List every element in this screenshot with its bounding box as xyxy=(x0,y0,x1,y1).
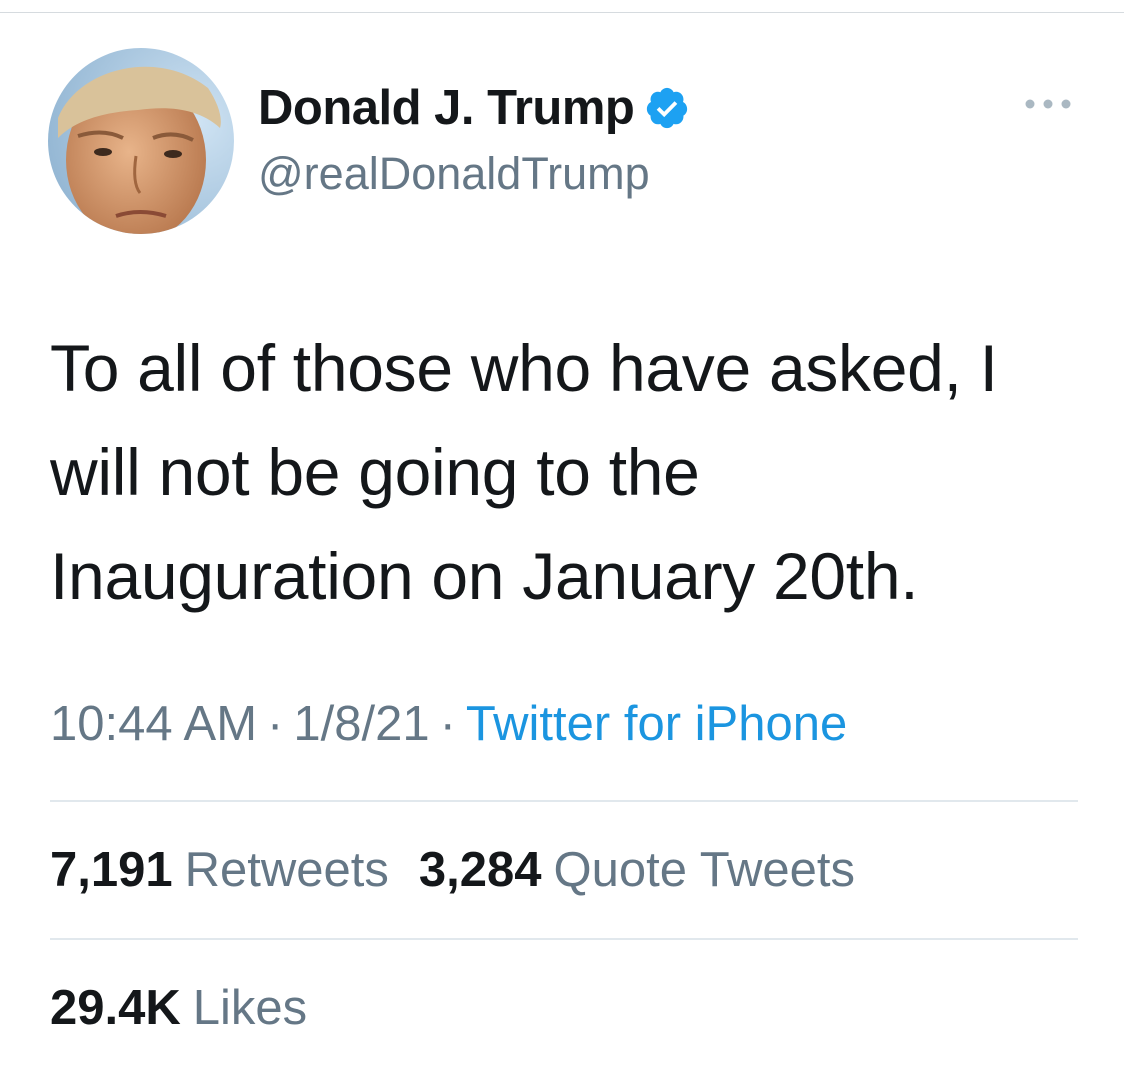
tweet-text-line: Inauguration on January 20th. xyxy=(50,539,919,613)
retweets-stat[interactable]: 7,191 Retweets xyxy=(50,842,389,898)
tweet-text: To all of those who have asked, I will n… xyxy=(50,316,1090,628)
tweet-time[interactable]: 10:44 AM xyxy=(50,697,257,751)
meta-separator: · xyxy=(267,697,284,751)
divider xyxy=(50,938,1078,940)
quote-tweets-label: Quote Tweets xyxy=(553,843,855,897)
author-handle[interactable]: @realDonaldTrump xyxy=(258,148,650,200)
likes-count: 29.4K xyxy=(50,981,181,1035)
quote-tweets-count: 3,284 xyxy=(418,843,542,897)
divider xyxy=(50,800,1078,802)
author-name-row[interactable]: Donald J. Trump xyxy=(258,76,690,140)
meta-separator: · xyxy=(439,697,456,751)
top-divider xyxy=(0,12,1124,13)
avatar[interactable] xyxy=(48,48,234,234)
display-name[interactable]: Donald J. Trump xyxy=(258,80,635,136)
tweet-source-link[interactable]: Twitter for iPhone xyxy=(466,697,847,751)
tweet-text-line: To all of those who have asked, I xyxy=(50,331,998,405)
ellipsis-icon xyxy=(1025,99,1071,109)
retweets-label: Retweets xyxy=(184,843,389,897)
likes-label: Likes xyxy=(192,981,308,1035)
verified-badge-icon xyxy=(644,85,690,131)
profile-photo-icon xyxy=(48,48,234,234)
tweet-meta: 10:44 AM · 1/8/21 · Twitter for iPhone xyxy=(50,696,847,752)
more-options-button[interactable] xyxy=(1016,82,1080,126)
likes-stat[interactable]: 29.4K Likes xyxy=(50,980,307,1036)
retweets-count: 7,191 xyxy=(50,843,173,897)
tweet-date[interactable]: 1/8/21 xyxy=(293,697,429,751)
quote-tweets-stat[interactable]: 3,284 Quote Tweets xyxy=(419,842,855,898)
engagement-stats: 7,191 Retweets 3,284 Quote Tweets xyxy=(50,842,855,898)
tweet-text-line: will not be going to the xyxy=(50,435,700,509)
